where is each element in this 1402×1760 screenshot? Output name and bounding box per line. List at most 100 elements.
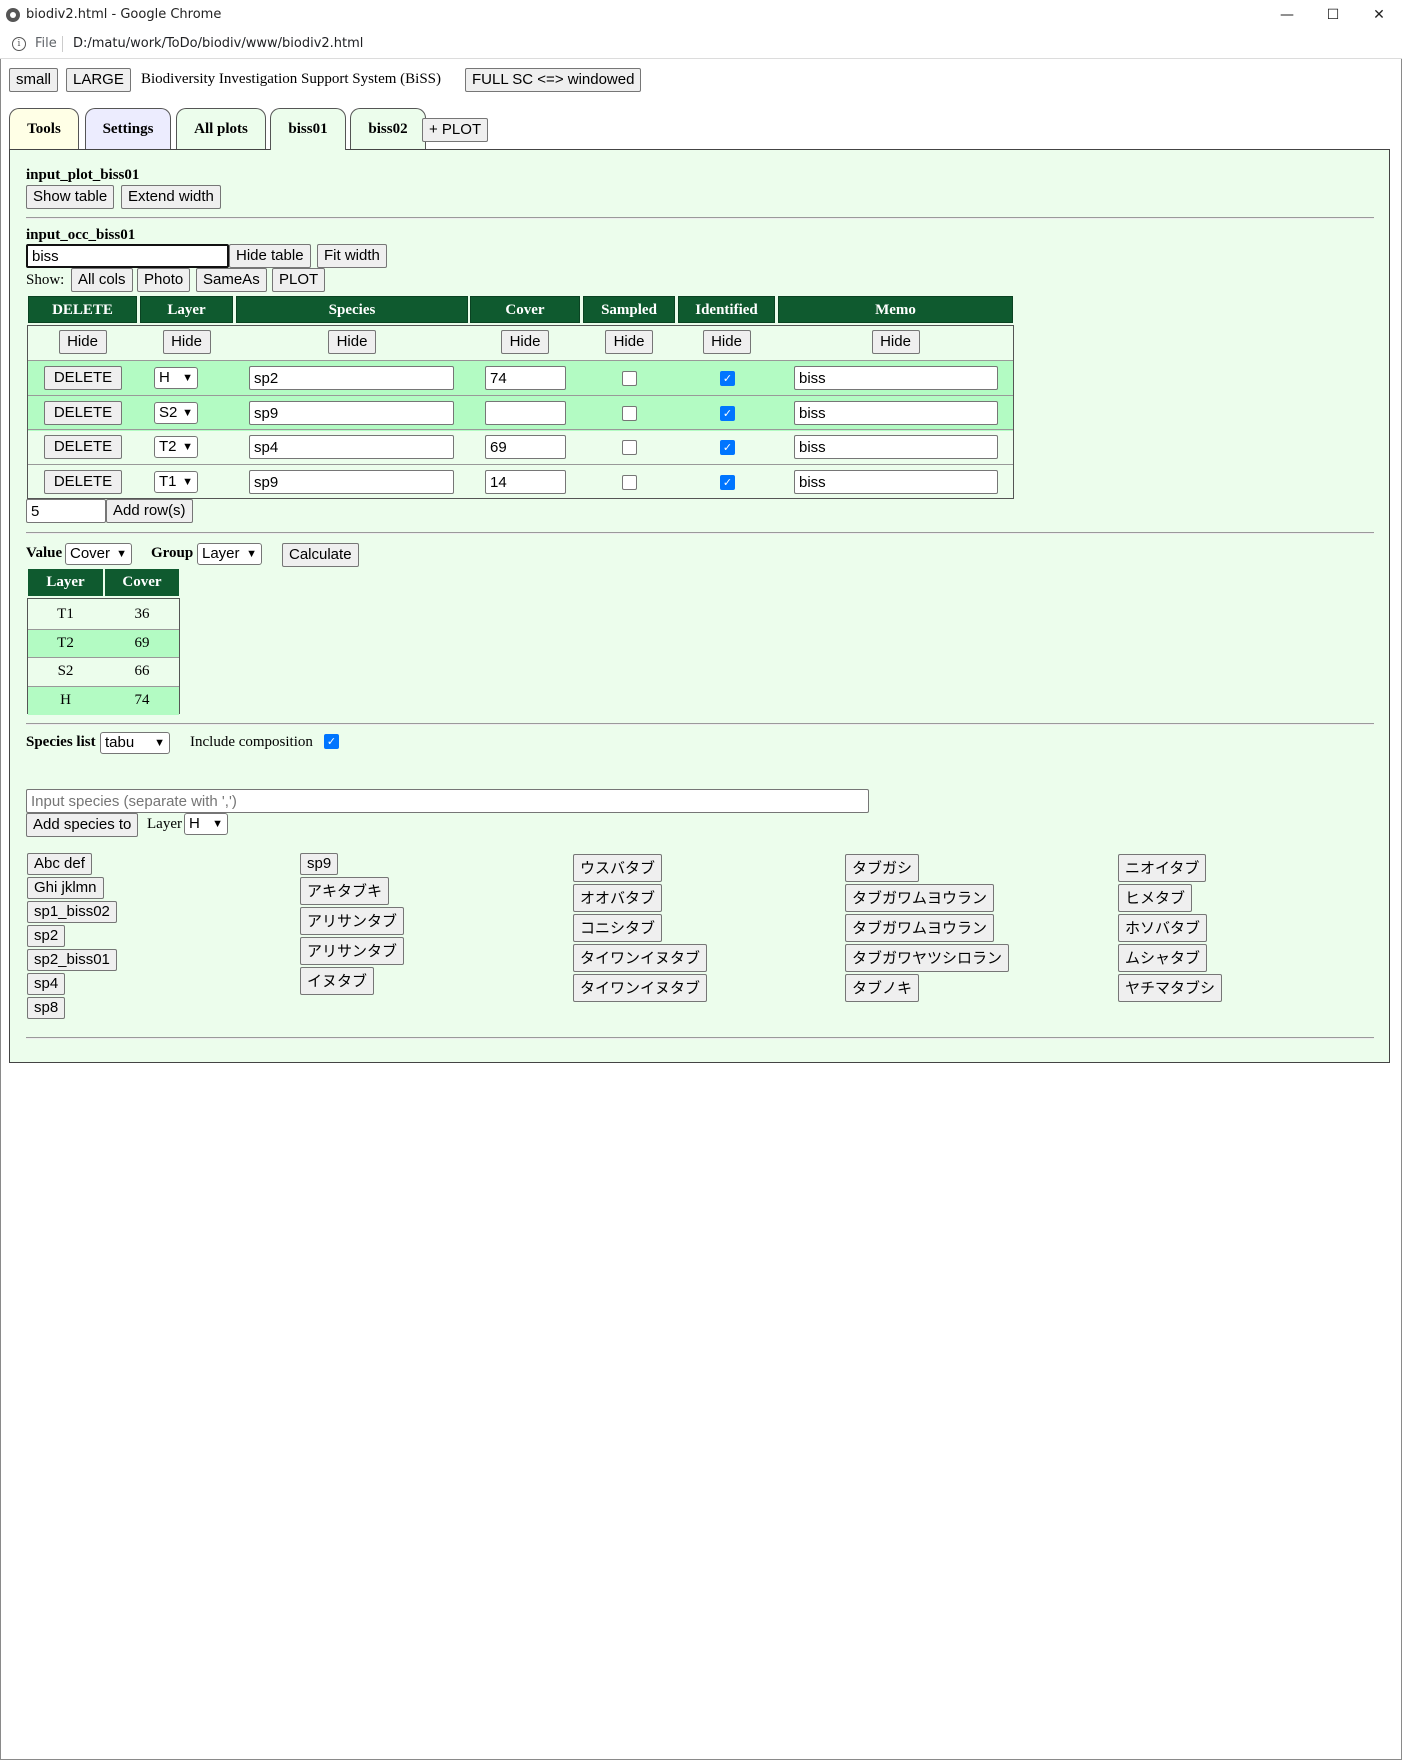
cover-field[interactable] [485, 401, 566, 425]
maximize-icon[interactable]: ☐ [1310, 0, 1356, 31]
delete-row-button[interactable]: DELETE [44, 435, 122, 459]
summary-cover: 69 [134, 634, 150, 651]
tab-biss02[interactable]: biss02 [350, 108, 426, 149]
species-button[interactable]: タブガワムヨウラン [845, 884, 995, 912]
add-layer-select[interactable]: H ▼ [184, 813, 228, 835]
species-button[interactable]: ウスバタブ [573, 854, 663, 882]
species-button[interactable]: オオバタブ [573, 884, 663, 912]
memo-field[interactable] [794, 401, 998, 425]
close-icon[interactable]: ✕ [1356, 0, 1402, 31]
species-button[interactable]: アリサンタブ [300, 907, 405, 935]
species-button[interactable]: アリサンタブ [300, 937, 405, 965]
species-button[interactable]: タブガワムヨウラン [845, 914, 995, 942]
species-field[interactable] [249, 401, 454, 425]
hide-column-button-identified[interactable]: Hide [702, 330, 751, 354]
memo-field[interactable] [794, 470, 998, 494]
layer-select[interactable]: S2 ▼ [154, 402, 198, 424]
identified-checkbox[interactable]: ✓ [720, 440, 735, 455]
show-table-button[interactable]: Show table [26, 185, 115, 209]
fit-width-button[interactable]: Fit width [317, 244, 387, 268]
species-button[interactable]: タイワンイヌタブ [573, 974, 708, 1002]
add-plot-button[interactable]: + PLOT [422, 118, 489, 142]
hide-column-button-sampled[interactable]: Hide [605, 330, 653, 354]
minimize-icon[interactable]: — [1264, 0, 1310, 31]
delete-row-button[interactable]: DELETE [44, 470, 122, 494]
show-sameas-button[interactable]: SameAs [196, 268, 267, 292]
species-button[interactable]: ホソバタブ [1118, 914, 1208, 942]
species-button[interactable]: sp2_biss01 [27, 949, 117, 971]
hide-column-button-delete[interactable]: Hide [58, 330, 107, 354]
species-button[interactable]: タブガシ [845, 854, 920, 882]
hide-column-button-memo[interactable]: Hide [871, 330, 920, 354]
species-button[interactable]: アキタブキ [300, 877, 390, 905]
sampled-checkbox[interactable] [622, 440, 637, 455]
memo-field[interactable] [794, 435, 998, 459]
hide-column-button-species[interactable]: Hide [328, 330, 376, 354]
value-select[interactable]: Cover ▼ [65, 543, 132, 565]
extend-width-button[interactable]: Extend width [121, 185, 221, 209]
species-field[interactable] [249, 470, 454, 494]
species-button[interactable]: ムシャタブ [1118, 944, 1208, 972]
species-list-select[interactable]: tabu ▼ [100, 732, 170, 754]
hide-table-button[interactable]: Hide table [229, 244, 311, 268]
add-rows-button[interactable]: Add row(s) [106, 499, 193, 523]
calculate-button[interactable]: Calculate [282, 543, 359, 567]
species-field[interactable] [249, 366, 454, 390]
species-button[interactable]: Ghi jklmn [27, 877, 104, 899]
tab-all-plots[interactable]: All plots [176, 108, 266, 149]
species-button[interactable]: コニシタブ [573, 914, 663, 942]
species-button[interactable]: Abc def [27, 853, 92, 875]
add-species-button[interactable]: Add species to [26, 813, 139, 837]
tab-settings[interactable]: Settings [85, 108, 171, 149]
group-select[interactable]: Layer ▼ [197, 543, 262, 565]
tab-biss01[interactable]: biss01 [270, 108, 346, 150]
include-composition-checkbox[interactable]: ✓ [324, 734, 339, 749]
species-field[interactable] [249, 435, 454, 459]
occ-filter-input[interactable] [26, 244, 229, 268]
delete-row-button[interactable]: DELETE [44, 401, 122, 425]
species-input[interactable] [26, 789, 869, 813]
species-button[interactable]: ヒメタブ [1118, 884, 1193, 912]
url-text[interactable]: D:/matu/work/ToDo/biodiv/www/biodiv2.htm… [73, 36, 363, 51]
show-all-cols-button[interactable]: All cols [71, 268, 133, 292]
species-button[interactable]: タブガワヤツシロラン [845, 944, 1010, 972]
species-button[interactable]: sp1_biss02 [27, 901, 117, 923]
identified-checkbox[interactable]: ✓ [720, 406, 735, 421]
fullscreen-toggle-button[interactable]: FULL SC <=> windowed [465, 68, 642, 92]
species-button[interactable]: sp2 [27, 925, 66, 947]
delete-row-button[interactable]: DELETE [44, 366, 122, 390]
cover-field[interactable] [485, 366, 566, 390]
show-photo-button[interactable]: Photo [137, 268, 191, 292]
layer-select[interactable]: T2 ▼ [154, 436, 198, 458]
address-bar[interactable]: i File D:/matu/work/ToDo/biodiv/www/biod… [0, 31, 1402, 59]
species-button[interactable]: タイワンイヌタブ [573, 944, 708, 972]
cover-field[interactable] [485, 435, 566, 459]
species-button[interactable]: ヤチマタブシ [1118, 974, 1223, 1002]
tab-tools[interactable]: Tools [9, 108, 79, 149]
sampled-checkbox[interactable] [622, 371, 637, 386]
large-button[interactable]: LARGE [66, 68, 131, 92]
add-rows-count-input[interactable] [26, 499, 106, 523]
hide-column-button-layer[interactable]: Hide [162, 330, 211, 354]
species-button[interactable]: sp9 [300, 853, 339, 875]
small-button[interactable]: small [9, 68, 59, 92]
info-icon[interactable]: i [12, 37, 26, 51]
species-button[interactable]: タブノキ [845, 974, 920, 1002]
show-plot-button[interactable]: PLOT [272, 268, 326, 292]
column-header-sampled: Sampled [583, 296, 675, 323]
layer-select[interactable]: H ▼ [154, 367, 198, 389]
species-button[interactable]: イヌタブ [300, 967, 375, 995]
species-button[interactable]: sp4 [27, 973, 66, 995]
cover-field[interactable] [485, 470, 566, 494]
species-button[interactable]: ニオイタブ [1118, 854, 1207, 882]
sampled-checkbox[interactable] [622, 475, 637, 490]
species-button[interactable]: sp8 [27, 997, 66, 1019]
identified-checkbox[interactable]: ✓ [720, 371, 735, 386]
memo-field[interactable] [794, 366, 998, 390]
plot-heading: input_plot_biss01 [26, 167, 140, 183]
sampled-checkbox[interactable] [622, 406, 637, 421]
identified-checkbox[interactable]: ✓ [720, 475, 735, 490]
hide-column-button-cover[interactable]: Hide [501, 330, 549, 354]
address-divider [62, 36, 63, 52]
layer-select[interactable]: T1 ▼ [154, 471, 198, 493]
